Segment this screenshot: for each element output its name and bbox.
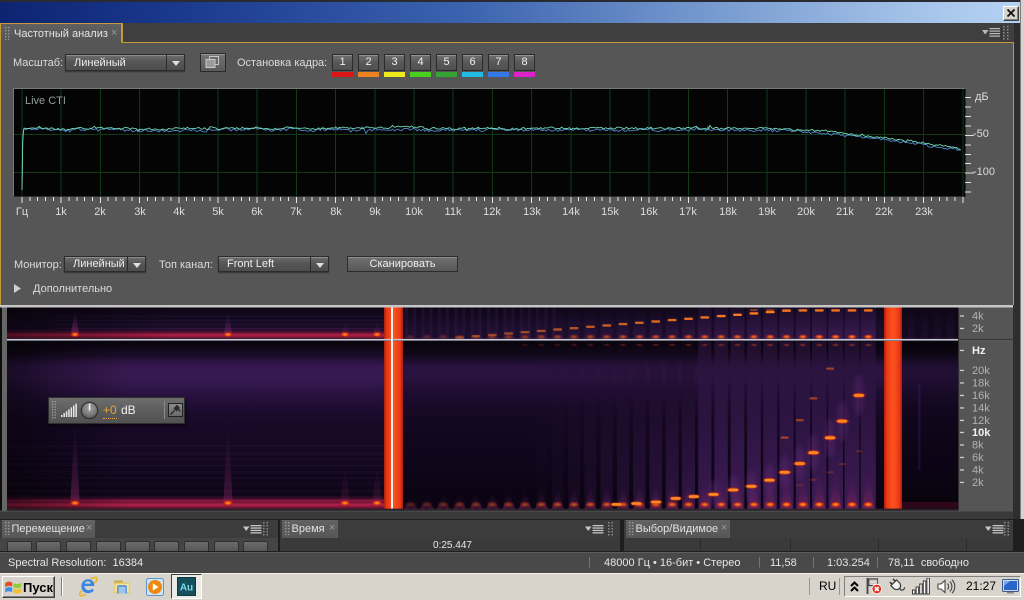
svg-text:10k: 10k <box>972 427 991 439</box>
svg-text:14k: 14k <box>972 403 990 415</box>
svg-text:Au: Au <box>180 583 193 594</box>
svg-text:4k: 4k <box>972 311 984 323</box>
svg-text:8k: 8k <box>972 440 984 452</box>
svg-text:12k: 12k <box>972 415 990 427</box>
svg-text:20k: 20k <box>972 365 990 377</box>
svg-text:4k: 4k <box>972 465 984 477</box>
svg-text:2k: 2k <box>972 477 984 489</box>
svg-text:16k: 16k <box>972 390 990 402</box>
svg-text:Hz: Hz <box>972 345 986 357</box>
svg-text:6k: 6k <box>972 452 984 464</box>
svg-text:2k: 2k <box>972 323 984 335</box>
svg-text:18k: 18k <box>972 378 990 390</box>
